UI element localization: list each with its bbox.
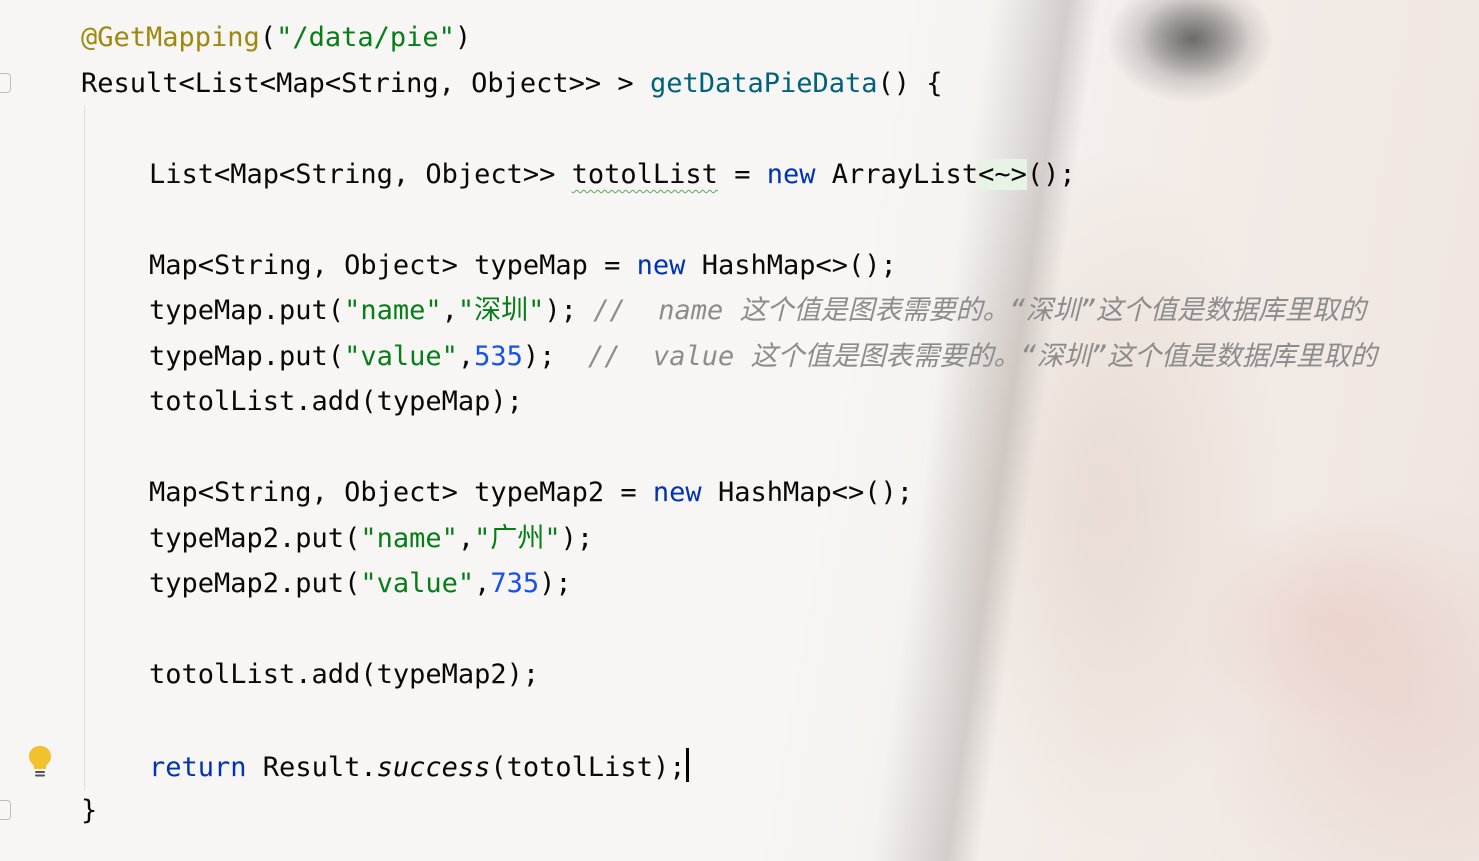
put-comma: , <box>474 568 491 599</box>
text-caret <box>686 748 690 782</box>
put-key-string: "value" <box>360 568 475 599</box>
annotation-name: @GetMapping <box>81 22 260 53</box>
keyword-return: return <box>149 752 247 783</box>
typemap-decl-right: HashMap<>(); <box>685 250 897 281</box>
code-line-add-2[interactable]: totolList.add(typeMap2); <box>149 657 539 693</box>
diamond-operator: <~> <box>978 159 1027 190</box>
put-key-string: "name" <box>360 523 458 554</box>
signature-method-name: getDataPieData <box>649 68 878 99</box>
typemap2-decl-left: Map<String, Object> typeMap2 = <box>149 477 653 508</box>
put-call: typeMap.put( <box>149 295 345 326</box>
code-line-return[interactable]: return Result.success(totolList); <box>149 748 690 786</box>
put-value-string: "广州" <box>474 523 561 554</box>
totol-type: List<Map<String, Object>> <box>149 159 572 190</box>
keyword-new: new <box>652 477 702 508</box>
signature-return-type: Result<List<Map<String, Object>> > <box>81 68 650 99</box>
code-line-annotation[interactable]: @GetMapping("/data/pie") <box>81 20 471 56</box>
put-call: typeMap2.put( <box>149 523 361 554</box>
code-comment: // value 这个值是图表需要的。“深圳”这个值是数据库里取的 <box>587 341 1378 372</box>
code-line-close-brace[interactable]: } <box>81 793 97 829</box>
fold-marker-icon[interactable] <box>0 73 11 93</box>
fold-marker-icon[interactable] <box>0 800 11 820</box>
code-line-put-name-1[interactable]: typeMap.put("name","深圳"); // name 这个值是图表… <box>149 293 1366 329</box>
totol-variable: totolList <box>571 159 718 190</box>
code-line-typemap2-decl[interactable]: Map<String, Object> typeMap2 = new HashM… <box>149 475 913 511</box>
put-end: ); <box>544 295 594 326</box>
code-line-put-value-1[interactable]: typeMap.put("value",535); // value 这个值是图… <box>149 339 1377 375</box>
indent-guide <box>84 106 85 790</box>
keyword-new: new <box>636 250 686 281</box>
return-args: (totolList); <box>490 752 686 783</box>
typemap2-decl-right: HashMap<>(); <box>701 477 914 508</box>
background-photo-hair <box>869 0 1101 861</box>
code-line-add-1[interactable]: totolList.add(typeMap); <box>149 384 523 420</box>
put-comma: , <box>457 341 475 372</box>
totol-assign: = <box>717 159 767 190</box>
code-line-put-name-2[interactable]: typeMap2.put("name","广州"); <box>149 521 593 557</box>
put-key-string: "name" <box>344 295 442 326</box>
code-line-totol-decl[interactable]: List<Map<String, Object>> totolList = ne… <box>149 157 1076 193</box>
annotation-close-paren: ) <box>454 22 472 53</box>
put-key-string: "value" <box>344 341 458 372</box>
put-value-number: 735 <box>490 568 540 599</box>
totol-arraylist: ArrayList <box>815 159 979 190</box>
totol-end: (); <box>1026 159 1076 190</box>
code-line-put-value-2[interactable]: typeMap2.put("value",735); <box>149 566 572 602</box>
annotation-open-paren: ( <box>259 22 277 53</box>
background-photo <box>0 0 1479 861</box>
code-line-signature[interactable]: Result<List<Map<String, Object>> > getDa… <box>81 66 943 102</box>
put-end: ); <box>560 523 594 554</box>
code-line-typemap-decl[interactable]: Map<String, Object> typeMap = new HashMa… <box>149 248 897 284</box>
put-end: ); <box>539 568 572 599</box>
put-comma: , <box>441 295 458 326</box>
put-value-number: 535 <box>474 341 523 372</box>
keyword-new: new <box>766 159 816 190</box>
signature-suffix: () { <box>877 68 943 99</box>
lightbulb-icon[interactable] <box>28 745 52 779</box>
put-end: ); <box>522 341 588 372</box>
annotation-path-string: "/data/pie" <box>276 22 455 53</box>
put-value-string: "深圳" <box>457 295 545 326</box>
put-call: typeMap.put( <box>149 341 345 372</box>
typemap-decl-left: Map<String, Object> typeMap = <box>149 250 637 281</box>
return-result: Result. <box>246 752 377 783</box>
return-method-success: success <box>376 752 491 783</box>
put-call: typeMap2.put( <box>149 568 361 599</box>
code-comment: // name 这个值是图表需要的。“深圳”这个值是数据库里取的 <box>593 295 1366 326</box>
put-comma: , <box>457 523 475 554</box>
